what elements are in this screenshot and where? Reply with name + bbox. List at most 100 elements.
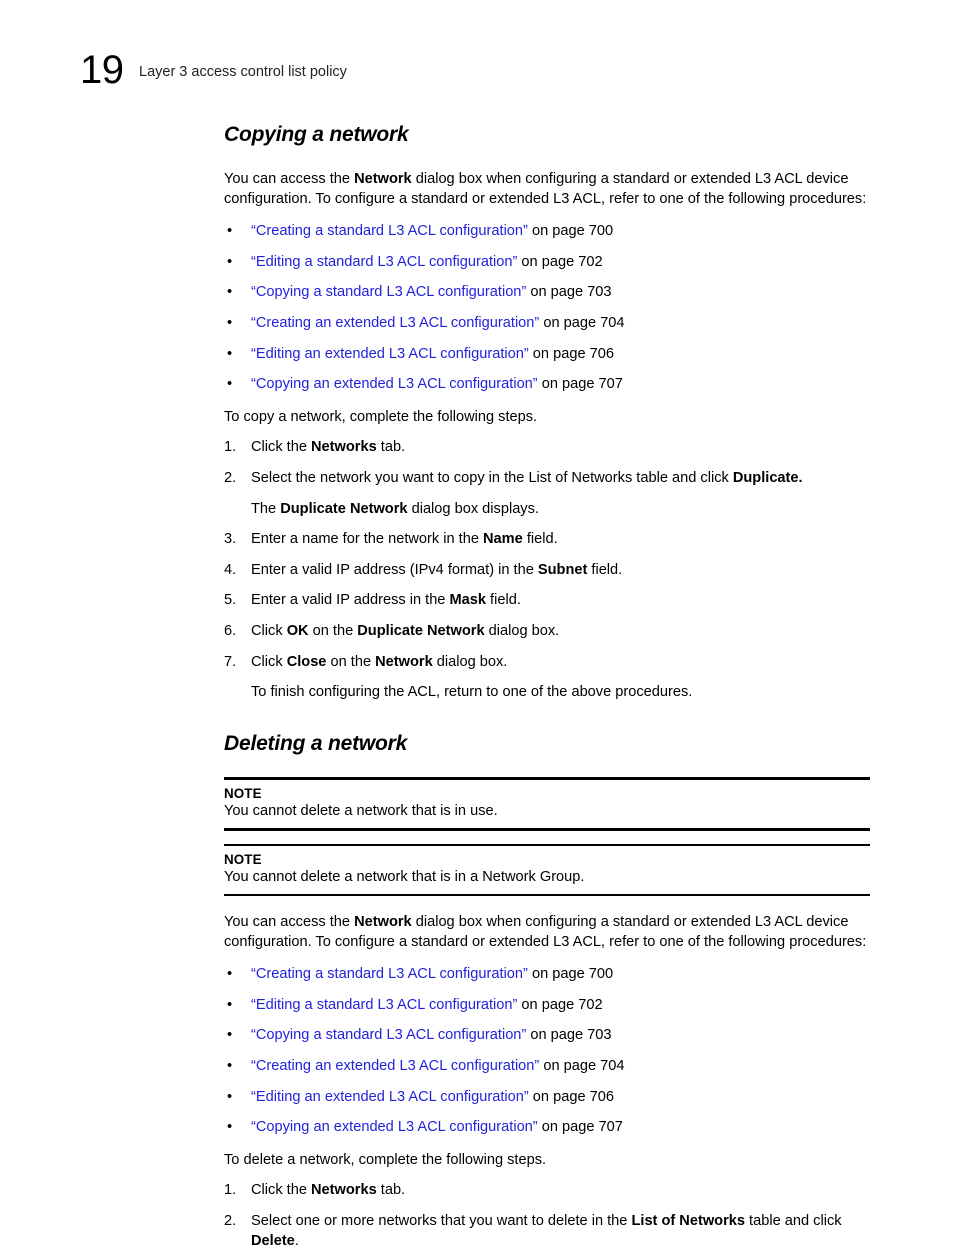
step-text-c: on the (326, 653, 376, 670)
step-item: 7. Click Close on the Network dialog box. (224, 653, 874, 673)
crossref-page: on page 707 (537, 1119, 623, 1136)
step-item: 3. Enter a name for the network in the Na… (224, 530, 874, 550)
crossref-list-deleting: • “Creating a standard L3 ACL configurati… (224, 965, 874, 1138)
crossref-page: on page 703 (526, 1027, 612, 1044)
crossref-link[interactable]: “Creating a standard L3 ACL configuratio… (251, 966, 528, 982)
bullet-icon: • (227, 253, 233, 270)
intro-pre: You can access the (224, 171, 355, 187)
note-text: You cannot delete a network that is in a… (224, 868, 585, 885)
list-item: • “Editing a standard L3 ACL configuratio… (224, 253, 874, 273)
step-text-bold-2: Duplicate Network (357, 622, 485, 639)
note-text: You cannot delete a network that is in u… (224, 802, 498, 819)
list-item: • “Copying an extended L3 ACL configurati… (224, 375, 874, 395)
crossref-page: on page 700 (527, 223, 614, 240)
step-text-a: Select one or more networks that you wan… (251, 1213, 632, 1229)
step-number: 2. (224, 1213, 237, 1229)
step-number: 7. (224, 653, 237, 670)
step-text-bold: Duplicate. (732, 469, 803, 486)
step-item: 1. Click the Networks tab. (224, 438, 874, 458)
crossref-link[interactable]: “Copying a standard L3 ACL configuration… (251, 1027, 526, 1043)
step-text-bold: Name (483, 531, 523, 548)
crossref-link[interactable]: “Editing an extended L3 ACL configuratio… (251, 1089, 529, 1105)
crossref-link[interactable]: “Creating a standard L3 ACL configuratio… (251, 223, 528, 239)
crossref-link[interactable]: “Copying a standard L3 ACL configuration… (251, 284, 526, 300)
section-heading-copying: Copying a network (224, 123, 409, 146)
list-item: • “Creating a standard L3 ACL configurati… (224, 965, 874, 985)
step-text-bold: Networks (311, 1182, 377, 1199)
intro-bold-network: Network (354, 914, 412, 931)
substep-a: The (251, 500, 281, 517)
step-text-a: Select the network you want to copy in t… (251, 469, 733, 486)
step-item: 4. Enter a valid IP address (IPv4 format)… (224, 561, 874, 581)
crossref-link[interactable]: “Editing a standard L3 ACL configuration… (251, 254, 517, 270)
chapter-number: 19 (80, 48, 124, 92)
bullet-icon: • (227, 1058, 233, 1075)
list-item: • “Editing an extended L3 ACL configurati… (224, 1088, 874, 1108)
step-number: 2. (224, 469, 237, 486)
crossref-link[interactable]: “Copying an extended L3 ACL configuratio… (251, 1119, 538, 1135)
step-text-c: on the (308, 622, 358, 639)
steps-list-copying: 1. Click the Networks tab. 2. Select the n… (224, 438, 874, 702)
step-text-a: Enter a valid IP address (IPv4 format) i… (251, 561, 538, 578)
bullet-icon: • (227, 284, 233, 301)
crossref-link[interactable]: “Copying an extended L3 ACL configuratio… (251, 376, 538, 392)
step-item: 2. Select the network you want to copy in… (224, 469, 874, 489)
substep-bold: Duplicate Network (280, 500, 408, 517)
step-number: 6. (224, 622, 237, 639)
step-text-a: Click the (251, 1182, 312, 1199)
step-text-c: field. (486, 592, 521, 609)
running-head: 19 Layer 3 access control list policy (0, 48, 954, 92)
list-item: • “Copying a standard L3 ACL configuratio… (224, 1026, 874, 1046)
step-text-a: Click (251, 622, 287, 639)
crossref-link[interactable]: “Creating an extended L3 ACL configurati… (251, 315, 539, 331)
intro-paragraph-copying: You can access the Network dialog box wh… (224, 170, 874, 209)
list-item: • “Creating an extended L3 ACL configurat… (224, 314, 874, 334)
steps-list-deleting: 1. Click the Networks tab. 2. Select one o… (224, 1181, 874, 1251)
step-item: 2. Select one or more networks that you w… (224, 1212, 874, 1251)
step-item: 5. Enter a valid IP address in the Mask f… (224, 591, 874, 611)
step-number: 5. (224, 592, 237, 609)
crossref-page: on page 702 (517, 996, 603, 1013)
bullet-icon: • (227, 1119, 233, 1136)
step-text-bold: Subnet (537, 561, 588, 578)
intro-paragraph-deleting: You can access the Network dialog box wh… (224, 913, 874, 952)
closing-note-copying: To finish configuring the ACL, return to… (251, 684, 693, 701)
intro-pre: You can access the (224, 914, 355, 931)
crossref-page: on page 703 (526, 284, 612, 301)
step-text-c: tab. (376, 439, 406, 456)
list-item: • “Copying an extended L3 ACL configurati… (224, 1118, 874, 1138)
bullet-icon: • (227, 966, 233, 983)
step-number: 4. (224, 561, 237, 578)
step-text-a: Click (251, 653, 287, 670)
bullet-icon: • (227, 1027, 233, 1044)
step-item: 1. Click the Networks tab. (224, 1181, 874, 1201)
step-number: 1. (224, 439, 237, 456)
step-text-e: dialog box. (484, 622, 560, 639)
crossref-link[interactable]: “Editing an extended L3 ACL configuratio… (251, 346, 529, 362)
crossref-page: on page 706 (528, 1088, 614, 1105)
bullet-icon: • (227, 314, 233, 331)
crossref-page: on page 707 (537, 376, 623, 393)
step-text-c: table and click (745, 1213, 842, 1229)
step-number: 1. (224, 1182, 237, 1199)
bullet-icon: • (227, 1088, 233, 1105)
step-text-bold: OK (286, 622, 309, 639)
step-text-a: Enter a name for the network in the (251, 531, 484, 548)
bullet-icon: • (227, 223, 233, 240)
bullet-icon: • (227, 376, 233, 393)
step-result-text: The Duplicate Network dialog box display… (224, 500, 874, 520)
crossref-page: on page 700 (527, 966, 614, 983)
step-text-a: Enter a valid IP address in the (251, 592, 450, 609)
note-label: NOTE (224, 785, 262, 801)
intro-bold-network: Network (354, 171, 412, 187)
step-text-c: field. (522, 531, 558, 548)
section-heading-deleting: Deleting a network (224, 731, 408, 755)
crossref-link[interactable]: “Editing a standard L3 ACL configuration… (251, 997, 517, 1013)
step-text-bold: Networks (311, 439, 377, 456)
step-text-c: tab. (376, 1182, 406, 1199)
page-body: Copying a network You can access the Net… (224, 122, 874, 1251)
list-item: • “Copying a standard L3 ACL configuratio… (224, 283, 874, 303)
crossref-link[interactable]: “Creating an extended L3 ACL configurati… (251, 1058, 539, 1074)
step-text-a: Click the (251, 439, 312, 456)
lead-in-deleting: To delete a network, complete the follow… (224, 1151, 547, 1168)
